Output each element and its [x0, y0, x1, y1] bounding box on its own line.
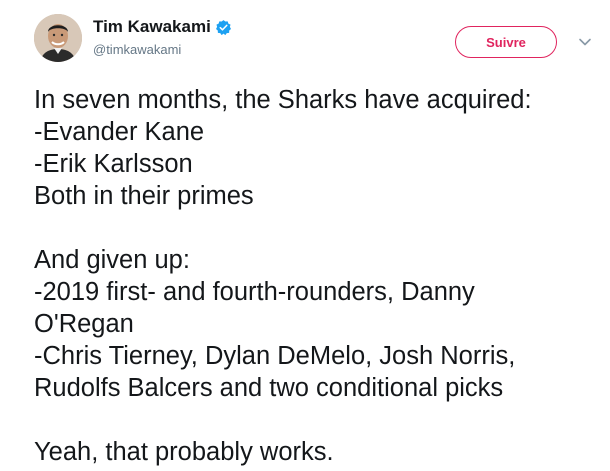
tweet-line: -Erik Karlsson	[34, 150, 193, 178]
tweet-line: And given up:	[34, 246, 190, 274]
chevron-down-icon[interactable]	[578, 37, 592, 47]
tweet-line: -Evander Kane	[34, 118, 205, 146]
tweet-line: -2019 first- and fourth-rounders, Danny	[34, 278, 475, 306]
author-avatar[interactable]	[34, 14, 82, 62]
tweet-line: O'Regan	[34, 310, 134, 338]
verified-badge-icon	[215, 19, 232, 36]
author-display-name[interactable]: Tim Kawakami	[93, 17, 211, 37]
tweet-text: In seven months, the Sharks have acquire…	[34, 84, 604, 468]
tweet-line: Yeah, that probably works.	[34, 438, 334, 466]
tweet-line: -Chris Tierney, Dylan DeMelo, Josh Norri…	[34, 342, 516, 370]
author-name-row[interactable]: Tim Kawakami	[93, 17, 232, 37]
author-handle[interactable]: @timkawakami	[93, 42, 181, 58]
follow-button[interactable]: Suivre	[455, 26, 557, 58]
tweet-line: In seven months, the Sharks have acquire…	[34, 86, 532, 114]
tweet-line: Rudolfs Balcers and two conditional pick…	[34, 374, 504, 402]
tweet-card: Tim Kawakami @timkawakami Suivre In seve…	[0, 0, 610, 471]
tweet-line: Both in their primes	[34, 182, 254, 210]
